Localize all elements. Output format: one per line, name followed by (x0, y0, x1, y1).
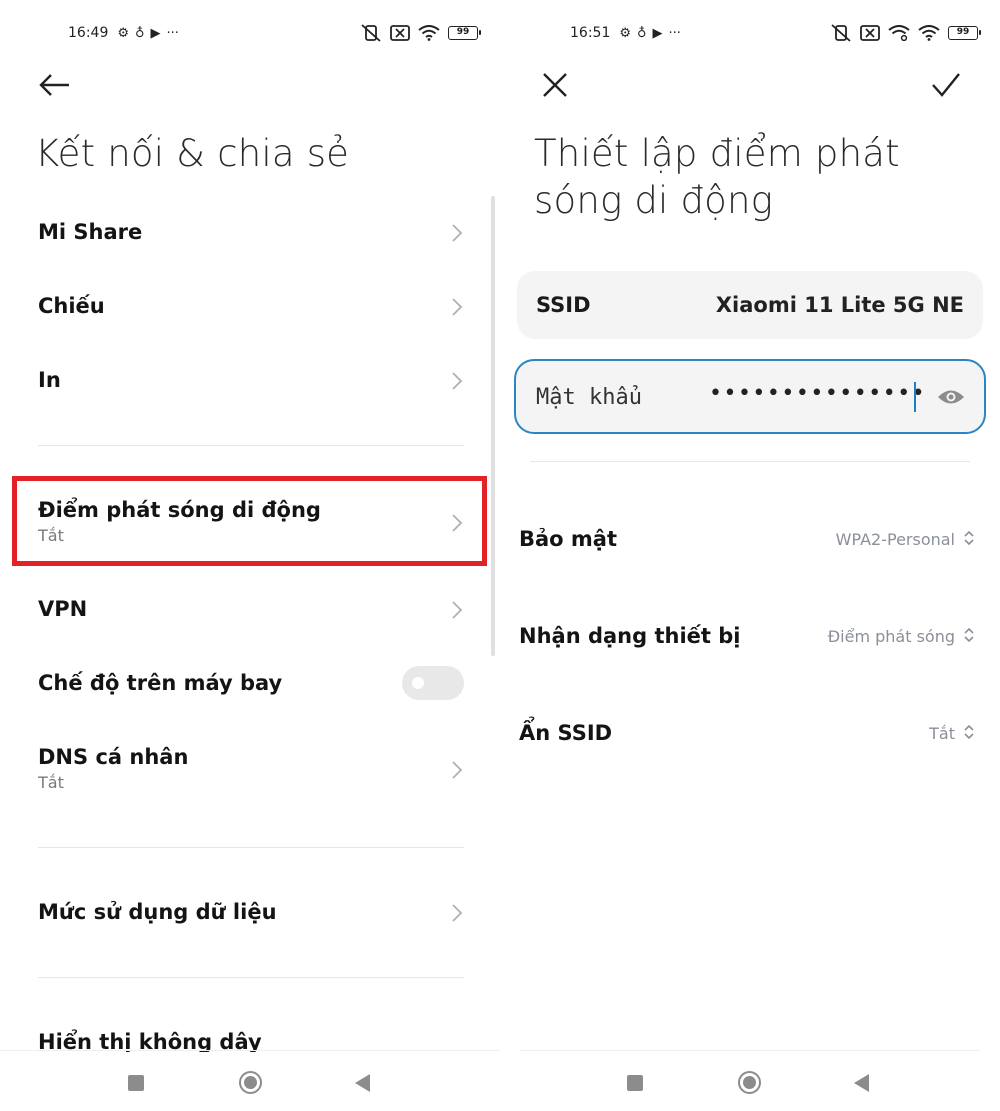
page-title-line-1: Thiết lập điểm phát (534, 132, 900, 175)
security-value: WPA2-Personal (835, 530, 955, 549)
status-time: 16:51 (570, 25, 611, 41)
status-time: 16:49 (68, 25, 109, 41)
navigation-bar (520, 1050, 980, 1111)
ssid-label: SSID (536, 293, 591, 317)
menu-item-private-dns[interactable]: DNS cá nhân Tắt (38, 745, 464, 792)
highlight-box (12, 476, 487, 566)
back-button[interactable] (355, 1074, 370, 1092)
password-label: Mật khẩu (536, 385, 642, 410)
no-sim-icon (860, 25, 880, 41)
menu-item-label: Chế độ trên máy bay (38, 671, 283, 695)
chevron-right-icon (452, 601, 463, 619)
menu-item-cast[interactable]: Chiếu (38, 294, 464, 318)
menu-item-airplane-mode: Chế độ trên máy bay (38, 666, 464, 700)
menu-item-vpn[interactable]: VPN (38, 597, 464, 621)
chevron-right-icon (452, 224, 463, 242)
youtube-icon: ▶ (652, 25, 663, 41)
status-bar-left: 16:49 ⚙ ♁ ▶ ··· (68, 20, 182, 46)
more-dots-icon: ··· (668, 25, 681, 41)
page-title: Kết nối & chia sẻ (35, 132, 350, 175)
divider (38, 445, 464, 446)
menu-item-label: In (38, 368, 61, 392)
battery-icon: 99 (948, 26, 981, 40)
chevron-right-icon (452, 298, 463, 316)
toggle-knob (412, 677, 424, 689)
chevron-right-icon (452, 372, 463, 390)
home-button[interactable] (738, 1071, 761, 1094)
menu-item-label: Chiếu (38, 294, 105, 318)
ssid-value: Xiaomi 11 Lite 5G NE (715, 293, 964, 317)
page-title-line-2: sóng di động (534, 179, 774, 222)
check-icon[interactable] (930, 70, 962, 100)
youtube-icon: ▶ (150, 25, 161, 41)
menu-item-label: Mi Share (38, 220, 143, 244)
password-field[interactable]: Mật khẩu ••••••••••••••• (514, 359, 986, 434)
back-arrow-icon[interactable] (38, 68, 72, 102)
right-screen: 16:51 ⚙ ♁ ▶ ··· 99 Thiết lập điểm phát s… (500, 0, 1000, 1111)
chevron-right-icon (452, 904, 463, 922)
divider (38, 847, 464, 848)
navigation-bar (0, 1050, 500, 1111)
gear-icon: ⚙ (117, 25, 130, 41)
menu-item-data-usage[interactable]: Mức sử dụng dữ liệu (38, 900, 464, 924)
hide-ssid-label: Ẩn SSID (519, 721, 613, 745)
menu-item-label: VPN (38, 597, 88, 621)
divider (530, 461, 970, 462)
vibrate-off-icon (361, 24, 381, 42)
gear-icon: ⚙ (619, 25, 632, 41)
wifi-icon (918, 25, 940, 41)
scrollbar[interactable] (491, 196, 495, 656)
more-dots-icon: ··· (166, 25, 179, 41)
security-row[interactable]: Bảo mật WPA2-Personal (519, 527, 975, 551)
up-down-chevron-icon (964, 530, 974, 546)
vibrate-off-icon (831, 24, 851, 42)
status-icons-right: 99 (830, 20, 981, 46)
menu-item-status: Tắt (38, 773, 64, 792)
password-value: ••••••••••••••• (709, 381, 927, 406)
left-screen: 16:49 ⚙ ♁ ▶ ··· 99 Kết nối & chia sẻ Mi … (0, 0, 500, 1111)
text-caret (914, 382, 916, 412)
hotspot-wifi-icon (888, 25, 910, 41)
hide-ssid-row[interactable]: Ẩn SSID Tắt (519, 721, 975, 745)
home-button[interactable] (239, 1071, 262, 1094)
up-down-chevron-icon (964, 627, 974, 643)
no-sim-icon (390, 25, 410, 41)
close-icon[interactable] (540, 70, 570, 100)
recents-button[interactable] (627, 1075, 643, 1091)
device-identity-value: Điểm phát sóng (827, 627, 955, 646)
airplane-mode-toggle[interactable] (402, 666, 464, 700)
menu-item-label: Mức sử dụng dữ liệu (38, 900, 277, 924)
recents-button[interactable] (128, 1075, 144, 1091)
notification-icon: ♁ (135, 25, 145, 41)
menu-item-label: DNS cá nhân (38, 745, 189, 769)
divider (38, 977, 464, 978)
notification-icon: ♁ (637, 25, 647, 41)
hide-ssid-value: Tắt (929, 724, 955, 743)
battery-icon: 99 (448, 26, 481, 40)
chevron-right-icon (452, 761, 463, 779)
eye-icon[interactable] (936, 386, 966, 408)
ssid-field[interactable]: SSID Xiaomi 11 Lite 5G NE (517, 271, 983, 339)
up-down-chevron-icon (964, 724, 974, 740)
device-identity-row[interactable]: Nhận dạng thiết bị Điểm phát sóng (519, 624, 975, 648)
wifi-icon (418, 25, 440, 41)
status-bar-right: 16:51 ⚙ ♁ ▶ ··· (570, 20, 684, 46)
menu-item-print[interactable]: In (38, 368, 464, 392)
back-button[interactable] (854, 1074, 869, 1092)
menu-item-mi-share[interactable]: Mi Share (38, 220, 464, 244)
status-icons-left: 99 (360, 20, 481, 46)
